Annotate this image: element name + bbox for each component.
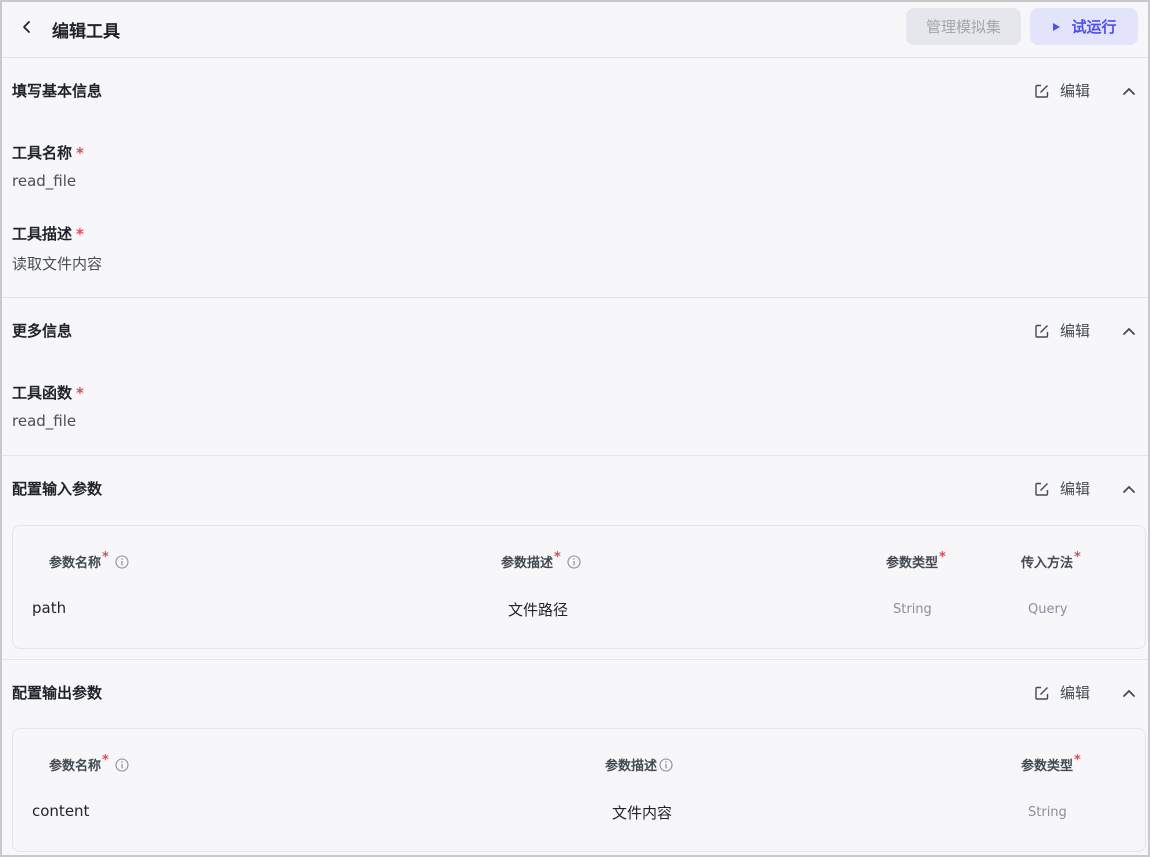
- output-params-table: 参数名称 * 参数描述 参数类型 * content 文件内容 String: [12, 728, 1146, 852]
- column-header-pass-method: 传入方法 *: [1021, 550, 1081, 571]
- chevron-up-icon: [1123, 87, 1135, 95]
- section-title: 配置输出参数: [12, 684, 103, 702]
- edit-icon: [1035, 324, 1049, 338]
- param-desc-cell: 文件路径: [508, 601, 569, 619]
- pass-method-cell: Query: [1028, 602, 1068, 617]
- chevron-up-icon: [1123, 485, 1135, 493]
- basic-info-section: 填写基本信息 编辑 工具名称 * read_file 工具描述 * 读取文件内容: [2, 58, 1148, 298]
- edit-button[interactable]: 编辑: [1034, 320, 1090, 341]
- collapse-button[interactable]: [1120, 480, 1138, 498]
- param-desc-cell: 文件内容: [612, 804, 673, 822]
- required-mark: *: [76, 225, 84, 243]
- edit-button[interactable]: 编辑: [1034, 80, 1090, 101]
- chevron-up-icon: [1123, 327, 1135, 335]
- manage-mock-set-button[interactable]: 管理模拟集: [906, 8, 1021, 45]
- chevron-left-icon: [23, 21, 30, 33]
- tool-function-label: 工具函数 *: [12, 384, 84, 402]
- param-type-cell: String: [893, 602, 932, 617]
- tool-name-label: 工具名称 *: [12, 144, 84, 162]
- edit-icon: [1035, 84, 1049, 98]
- info-icon[interactable]: [115, 554, 129, 569]
- tool-desc-value: 读取文件内容: [12, 255, 103, 273]
- more-info-section: 更多信息 编辑 工具函数 * read_file: [2, 298, 1148, 456]
- collapse-button[interactable]: [1120, 684, 1138, 702]
- page-title: 编辑工具: [52, 22, 120, 42]
- column-header-param-name: 参数名称 *: [49, 753, 129, 774]
- column-header-param-desc: 参数描述 *: [501, 550, 581, 571]
- input-params-section: 配置输入参数 编辑 参数名称 * 参数描述 * 参数类型 * 传入方法 * pa…: [2, 456, 1148, 660]
- info-icon[interactable]: [567, 554, 581, 569]
- app-window: 编辑工具 管理模拟集 试运行 填写基本信息 编辑 工具名称 * read_file: [0, 0, 1150, 857]
- column-header-param-type: 参数类型 *: [1021, 753, 1081, 774]
- edit-icon: [1035, 686, 1049, 700]
- collapse-button[interactable]: [1120, 322, 1138, 340]
- param-type-cell: String: [1028, 805, 1067, 820]
- section-title: 填写基本信息: [12, 82, 103, 100]
- input-params-table: 参数名称 * 参数描述 * 参数类型 * 传入方法 * path 文件路径 String…: [12, 525, 1146, 649]
- play-icon: [1053, 22, 1061, 31]
- tool-function-value: read_file: [12, 412, 77, 430]
- output-params-section: 配置输出参数 编辑 参数名称 * 参数描述 参数类型 * content 文件内…: [2, 660, 1148, 857]
- edit-label: 编辑: [1060, 82, 1091, 100]
- param-name-cell: content: [32, 802, 90, 820]
- tool-desc-label: 工具描述 *: [12, 225, 84, 243]
- info-icon[interactable]: [659, 757, 673, 772]
- tool-name-value: read_file: [12, 172, 77, 190]
- edit-label: 编辑: [1060, 480, 1091, 498]
- column-header-param-desc: 参数描述: [605, 755, 673, 774]
- edit-button[interactable]: 编辑: [1034, 478, 1090, 499]
- page-header: 编辑工具 管理模拟集 试运行: [2, 2, 1148, 58]
- chevron-up-icon: [1123, 689, 1135, 697]
- trial-run-label: 试运行: [1071, 19, 1117, 36]
- param-name-cell: path: [32, 599, 67, 617]
- column-header-param-type: 参数类型 *: [886, 550, 946, 571]
- edit-button[interactable]: 编辑: [1034, 682, 1090, 703]
- section-title: 更多信息: [12, 322, 73, 340]
- back-button[interactable]: [16, 16, 38, 38]
- edit-label: 编辑: [1060, 684, 1091, 702]
- edit-icon: [1035, 482, 1049, 496]
- column-header-param-name: 参数名称 *: [49, 550, 129, 571]
- section-title: 配置输入参数: [12, 480, 103, 498]
- collapse-button[interactable]: [1120, 82, 1138, 100]
- required-mark: *: [76, 384, 84, 402]
- required-mark: *: [76, 144, 84, 162]
- info-icon[interactable]: [115, 757, 129, 772]
- edit-label: 编辑: [1060, 322, 1091, 340]
- trial-run-button[interactable]: 试运行: [1030, 8, 1138, 45]
